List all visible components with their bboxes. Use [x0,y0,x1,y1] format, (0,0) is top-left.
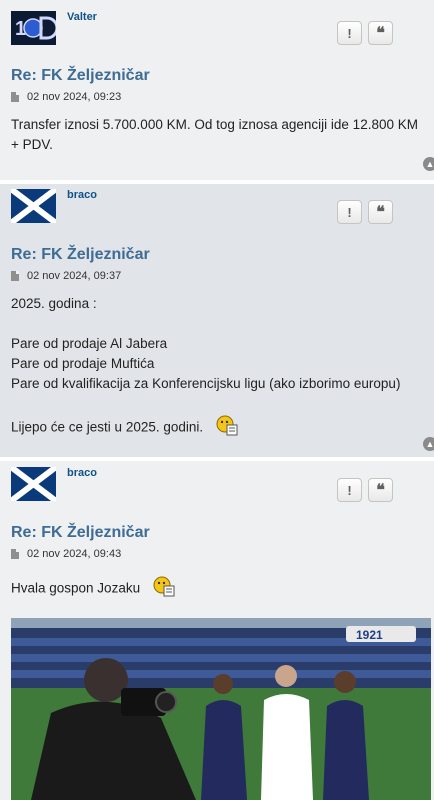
post-icon [11,271,19,281]
content-line: Transfer iznosi 5.700.000 KM. Od tog izn… [11,117,418,132]
post-meta: 02 nov 2024, 09:43 [11,548,121,560]
back-to-top-icon[interactable]: ▲ [423,157,434,171]
content-line: Pare od prodaje Al Jabera [11,336,168,351]
report-icon: ! [347,482,352,498]
content-line: + PDV. [11,137,53,152]
user-avatar-braco[interactable] [11,467,56,501]
quote-button[interactable]: ❝ [368,200,393,224]
post-1: 1 Valter ! ❝ Re: FK Željezničar 02 nov 2… [0,0,434,180]
content-text: Hvala gospon Jozaku [11,580,141,596]
post-icon [11,92,19,102]
post-title[interactable]: Re: FK Željezničar [11,67,150,85]
post-date: 02 nov 2024, 09:37 [27,270,122,282]
post-date: 02 nov 2024, 09:43 [27,548,122,560]
post-meta: 02 nov 2024, 09:37 [11,270,121,282]
quote-button[interactable]: ❝ [368,478,393,502]
username[interactable]: braco [67,467,97,479]
post-2: braco ! ❝ Re: FK Željezničar 02 nov 2024… [0,184,434,457]
content-line: 2025. godina : [11,296,97,311]
username[interactable]: Valter [67,11,97,23]
username[interactable]: braco [67,189,97,201]
quote-icon: ❝ [376,482,385,499]
post-content: Transfer iznosi 5.700.000 KM. Od tog izn… [11,115,431,155]
post-title[interactable]: Re: FK Željezničar [11,246,150,264]
post-content: Hvala gospon Jozaku [11,575,431,603]
post-date: 02 nov 2024, 09:23 [27,91,122,103]
quote-button[interactable]: ❝ [368,21,393,45]
quote-icon: ❝ [376,25,385,42]
photo-badge: 1921 [356,628,383,642]
report-button[interactable]: ! [337,200,362,224]
content-line: Lijepo će ce jesti u 2025. godini. [11,414,431,442]
back-to-top-icon[interactable]: ▲ [423,437,434,451]
report-button[interactable]: ! [337,478,362,502]
post-title[interactable]: Re: FK Željezničar [11,524,150,542]
user-avatar-braco[interactable] [11,189,56,223]
post-image[interactable]: 1921 [11,618,431,800]
content-line: Pare od kvalifikacija za Konferencijsku … [11,376,401,391]
post-icon [11,549,19,559]
report-icon: ! [347,25,352,41]
report-button[interactable]: ! [337,21,362,45]
report-icon: ! [347,204,352,220]
user-avatar-valter[interactable]: 1 [11,11,56,45]
post-content: 2025. godina : Pare od prodaje Al Jabera… [11,294,431,442]
content-text: Lijepo će ce jesti u 2025. godini. [11,419,204,435]
smiley-icon [152,575,176,603]
smiley-icon [215,414,239,442]
content-line: Pare od prodaje Muftića [11,356,155,371]
post-meta: 02 nov 2024, 09:23 [11,91,121,103]
quote-icon: ❝ [376,204,385,221]
